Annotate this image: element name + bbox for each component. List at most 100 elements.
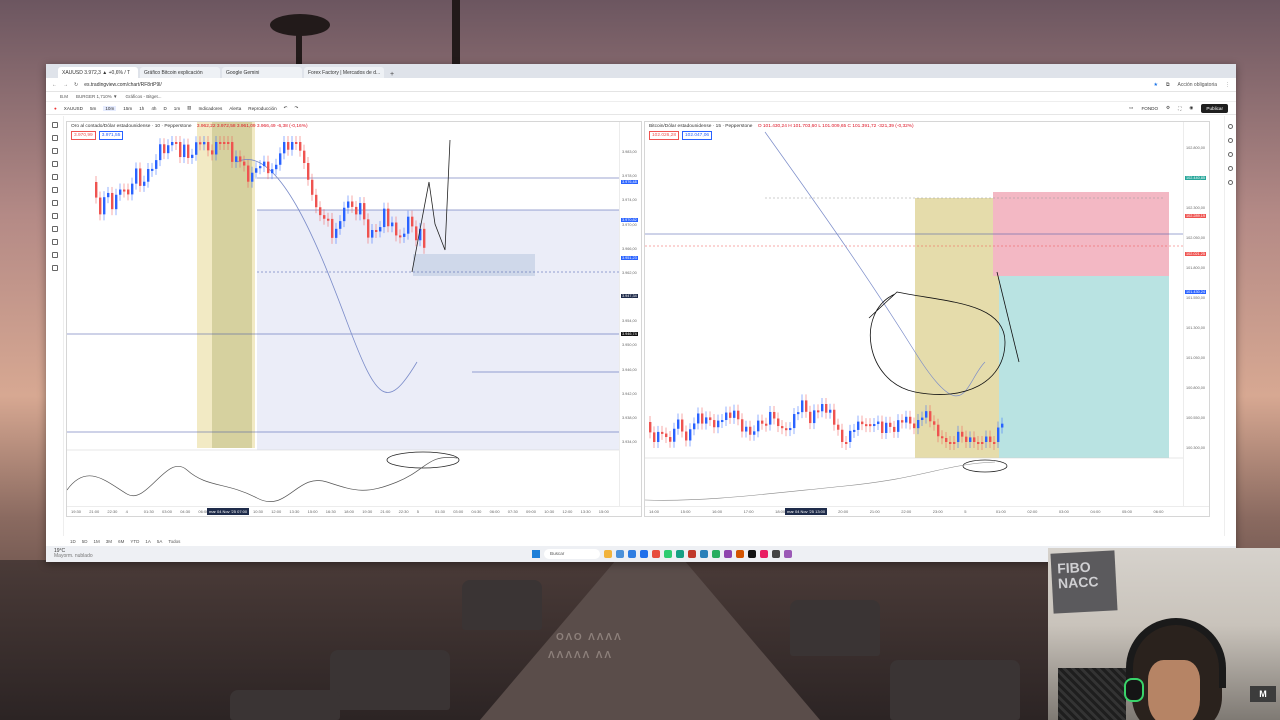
bookmark-item[interactable]: Gráficos - Bitget...	[126, 94, 162, 99]
symbol-search[interactable]: XAUUSD	[64, 106, 83, 111]
brush-icon[interactable]	[51, 187, 58, 193]
alerts-icon[interactable]	[1228, 138, 1233, 143]
layout-button[interactable]: FONDO	[1141, 106, 1158, 111]
bitcoin-plot[interactable]	[645, 122, 1210, 517]
app-icon[interactable]	[688, 550, 696, 558]
chat-icon[interactable]	[1228, 152, 1233, 157]
undo-icon[interactable]: ↶	[284, 105, 288, 111]
app-icon[interactable]	[616, 550, 624, 558]
bookmark-item[interactable]: BURGER 1,710% ▼	[76, 94, 117, 99]
publish-button[interactable]: Publicar	[1201, 103, 1228, 113]
time-axis[interactable]: 14:0015:0016:0017:0018:0019:0020:0021:00…	[645, 506, 1209, 516]
fullscreen-icon[interactable]: ⛶	[1178, 106, 1181, 111]
app-icon[interactable]	[772, 550, 780, 558]
range-5d[interactable]: 5D	[82, 539, 88, 544]
range-1m[interactable]: 1M	[94, 539, 100, 544]
range-6m[interactable]: 6M	[118, 539, 124, 544]
range-ytd[interactable]: YTD	[130, 539, 139, 544]
tab-bar: XAUUSD 3.972,3 ▲ +0,6% / T Gráfico Bitco…	[46, 64, 1236, 78]
ruler-icon[interactable]	[51, 200, 58, 206]
bookmark-item[interactable]: B.M	[60, 94, 68, 99]
layout-icon[interactable]: ▭	[1129, 105, 1133, 111]
candle-body	[255, 168, 258, 173]
new-tab-button[interactable]: +	[386, 71, 398, 78]
timeframe-5m[interactable]: 5m	[90, 106, 96, 111]
price-axis[interactable]: 3.983,00 3.978,00 3.974,00 3.970,00 3.966,00…	[619, 122, 641, 516]
reload-icon[interactable]: ↻	[74, 82, 78, 88]
watchlist-icon[interactable]	[1228, 124, 1233, 129]
ideas-icon[interactable]	[1228, 180, 1233, 185]
chart-bitcoin[interactable]: Bitcoin/Dólar estadounidense · 15 · Pepp…	[644, 121, 1210, 517]
app-icon[interactable]	[676, 550, 684, 558]
timeframe-10m[interactable]: 10m	[103, 105, 117, 111]
camera-icon[interactable]: ◉	[1189, 105, 1193, 111]
app-icon[interactable]	[628, 550, 636, 558]
app-icon[interactable]	[700, 550, 708, 558]
zoom-icon[interactable]	[51, 213, 58, 219]
forward-icon[interactable]: →	[63, 82, 68, 88]
app-icon[interactable]	[760, 550, 768, 558]
tab-xauusd[interactable]: XAUUSD 3.972,3 ▲ +0,6% / T	[58, 67, 138, 78]
gold-plot[interactable]	[67, 122, 642, 517]
time-axis[interactable]: 19:30 21:00 22:30 4 01:30 03:00 04:30 06:00 07:3…	[67, 506, 641, 516]
app-icon[interactable]	[736, 550, 744, 558]
alert-button[interactable]: Alerta	[229, 106, 241, 111]
tab-gemini[interactable]: Google Gemini	[222, 67, 302, 78]
app-icon[interactable]	[784, 550, 792, 558]
candle-body	[753, 431, 756, 435]
ask-box[interactable]: 102.047,06	[682, 131, 713, 140]
trash-icon[interactable]	[51, 265, 58, 271]
tab-bitcoin[interactable]: Gráfico Bitcoin explicación	[140, 67, 220, 78]
indicators-button[interactable]: Indicadores	[199, 106, 223, 111]
candle-body	[103, 197, 106, 215]
pattern-icon[interactable]	[51, 161, 58, 167]
menu-icon[interactable]: ⋮	[1225, 82, 1230, 88]
app-icon[interactable]	[724, 550, 732, 558]
text-icon[interactable]	[51, 174, 58, 180]
settings-icon[interactable]: ⚙	[1166, 105, 1170, 111]
url-field[interactable]: es.tradingview.com/chart/RF8rtP9l/	[84, 82, 224, 88]
app-icon[interactable]	[664, 550, 672, 558]
price-axis[interactable]: 102.800,00102.550,00102.300,00102.050,00…	[1183, 122, 1209, 516]
app-icon[interactable]	[712, 550, 720, 558]
lock-icon[interactable]	[51, 239, 58, 245]
star-icon[interactable]: ★	[1153, 82, 1157, 88]
range-3m[interactable]: 3M	[106, 539, 112, 544]
fib-icon[interactable]	[51, 148, 58, 154]
trendline-icon[interactable]	[51, 135, 58, 141]
app-icon[interactable]	[604, 550, 612, 558]
chart-gold[interactable]: Oro al contado/Dólar estadounidense · 10…	[66, 121, 642, 517]
range-5a[interactable]: 5A	[157, 539, 163, 544]
bid-box[interactable]: 3.970,99	[71, 131, 96, 140]
candle-body	[853, 429, 856, 432]
app-icon[interactable]	[652, 550, 660, 558]
timeframe-1m[interactable]: 1m	[174, 106, 180, 111]
magnet-icon[interactable]	[51, 226, 58, 232]
weather-widget[interactable]: 19°C Mayorm. nublado	[54, 549, 94, 559]
timeframe-4h[interactable]: 4h	[151, 106, 156, 111]
back-icon[interactable]: ←	[52, 82, 57, 88]
timeframe-15m[interactable]: 15m	[123, 106, 132, 111]
range-all[interactable]: Todos	[168, 539, 180, 544]
range-1d[interactable]: 1D	[70, 539, 76, 544]
app-icon[interactable]	[748, 550, 756, 558]
timeframe-d[interactable]: D	[163, 106, 166, 111]
replay-button[interactable]: Reproducción	[248, 106, 276, 111]
crosshair-icon[interactable]	[51, 122, 58, 128]
calendar-icon[interactable]	[1228, 166, 1233, 171]
app-icon[interactable]	[640, 550, 648, 558]
timeframe-1h[interactable]: 1h	[139, 106, 144, 111]
eye-icon[interactable]	[51, 252, 58, 258]
profile-button[interactable]: Acción obligatoria	[1178, 82, 1217, 88]
time-tick-label: 21:00	[380, 509, 391, 514]
tab-forex-factory[interactable]: Forex Factory | Mercados de d...	[304, 67, 384, 78]
redo-icon[interactable]: ↷	[295, 105, 299, 111]
extensions-icon[interactable]: ⧉	[1166, 82, 1170, 88]
chart-type-icon[interactable]: ▥	[187, 105, 191, 111]
bid-box[interactable]: 102.026,28	[649, 131, 680, 140]
ask-box[interactable]: 3.971,55	[98, 131, 124, 140]
taskbar-search[interactable]: Buscar	[544, 549, 600, 559]
windows-start-icon[interactable]	[532, 550, 540, 558]
range-1a[interactable]: 1A	[145, 539, 151, 544]
tv-logo-icon[interactable]: ●	[54, 106, 57, 111]
